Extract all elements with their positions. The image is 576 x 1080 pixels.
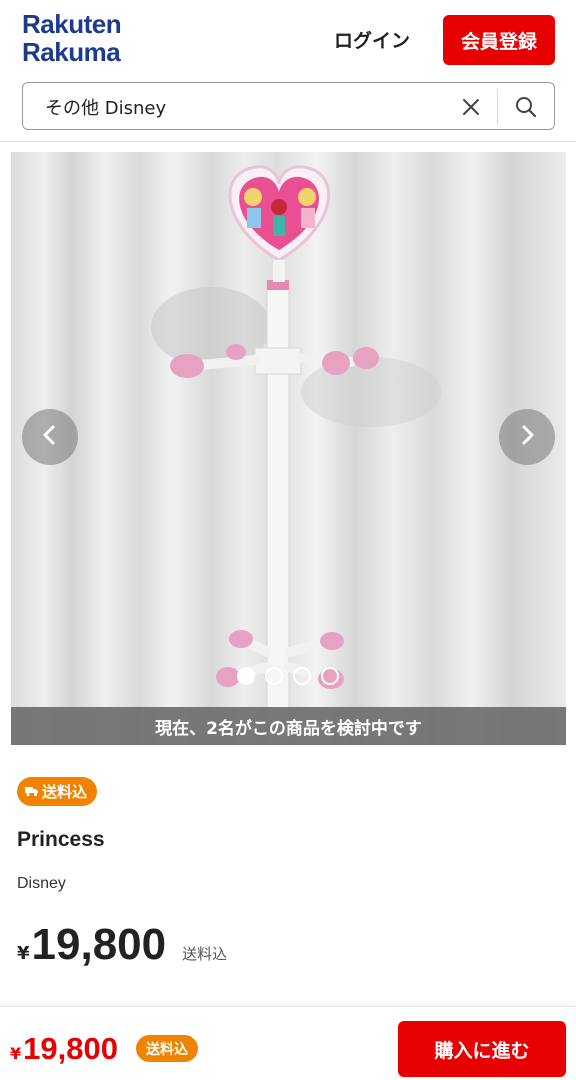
price-shipping-note: 送料込 [182, 945, 228, 963]
carousel-dot[interactable] [293, 667, 311, 685]
login-link[interactable]: ログイン [334, 26, 410, 53]
carousel-next-button[interactable] [499, 409, 555, 465]
carousel-dot[interactable] [265, 667, 283, 685]
carousel-dot[interactable] [321, 667, 339, 685]
bottom-shipping-badge: 送料込 [136, 1035, 198, 1062]
product-price: ¥ 19,800 送料込 [17, 920, 227, 976]
product-brand[interactable]: Disney [17, 875, 66, 893]
purchase-bar: ¥ 19,800 送料込 購入に進む [0, 1006, 576, 1080]
logo-line-1: Rakuten [22, 9, 122, 39]
price-value: 19,800 [31, 920, 167, 969]
buy-button[interactable]: 購入に進む [398, 1021, 566, 1077]
search-divider [497, 89, 498, 125]
search-input[interactable] [45, 93, 445, 121]
search-bar [22, 82, 555, 130]
product-title: Princess [17, 828, 105, 851]
bottom-price-value: 19,800 [23, 1031, 118, 1066]
truck-icon [25, 783, 39, 801]
close-icon[interactable] [457, 93, 485, 121]
header-divider [0, 141, 576, 142]
rakuten-rakuma-logo[interactable]: Rakuten Rakuma [22, 9, 122, 67]
bottom-price: ¥ 19,800 [10, 1031, 118, 1067]
chevron-right-icon [515, 423, 539, 451]
product-photo [151, 165, 441, 745]
bottom-price-currency: ¥ [10, 1044, 22, 1063]
app-header: Rakuten Rakuma ログイン 会員登録 [0, 0, 576, 80]
search-icon[interactable] [511, 93, 541, 121]
product-image-carousel[interactable]: 現在、2名がこの商品を検討中です [11, 152, 566, 745]
chevron-left-icon [38, 423, 62, 451]
carousel-dot[interactable] [237, 667, 255, 685]
carousel-prev-button[interactable] [22, 409, 78, 465]
shipping-badge-label: 送料込 [42, 783, 88, 801]
logo-line-2: Rakuma [22, 37, 121, 67]
shipping-included-badge: 送料込 [17, 777, 98, 806]
price-currency: ¥ [17, 943, 30, 964]
viewers-banner: 現在、2名がこの商品を検討中です [11, 707, 566, 745]
carousel-indicators [237, 667, 339, 685]
signup-button[interactable]: 会員登録 [443, 15, 555, 65]
